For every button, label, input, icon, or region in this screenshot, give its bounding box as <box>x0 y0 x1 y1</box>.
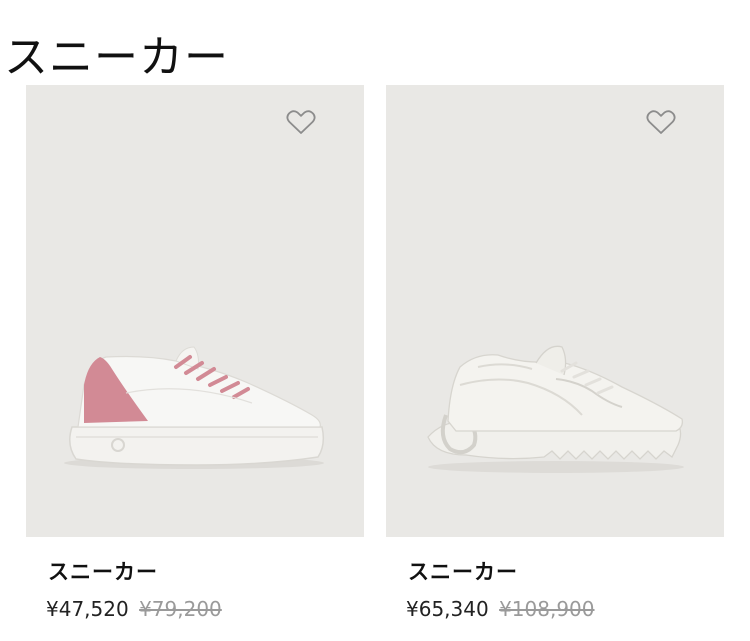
product-image[interactable] <box>386 85 724 537</box>
price-row: ¥47,520 ¥79,200 <box>46 595 364 623</box>
product-name[interactable]: スニーカー <box>408 559 724 585</box>
product-name[interactable]: スニーカー <box>48 559 364 585</box>
category-title: スニーカー <box>4 32 229 83</box>
original-price: ¥79,200 <box>139 597 222 621</box>
sale-price: ¥47,520 <box>46 597 129 621</box>
product-image[interactable] <box>26 85 364 537</box>
sneaker-pink-heel-image <box>64 346 325 469</box>
product-listing-page: スニーカー スニーカー ¥47,520 ¥79,200 スニーカー ¥65,34… <box>0 0 750 641</box>
product-card[interactable]: スニーカー ¥47,520 ¥79,200 <box>26 85 364 623</box>
sneaker-chunky-white-image <box>427 345 684 473</box>
product-card[interactable]: スニーカー ¥65,340 ¥108,900 <box>386 85 724 623</box>
price-row: ¥65,340 ¥108,900 <box>406 595 724 623</box>
original-price: ¥108,900 <box>499 597 595 621</box>
heart-icon[interactable] <box>286 109 316 135</box>
sale-price: ¥65,340 <box>406 597 489 621</box>
heart-icon[interactable] <box>646 109 676 135</box>
